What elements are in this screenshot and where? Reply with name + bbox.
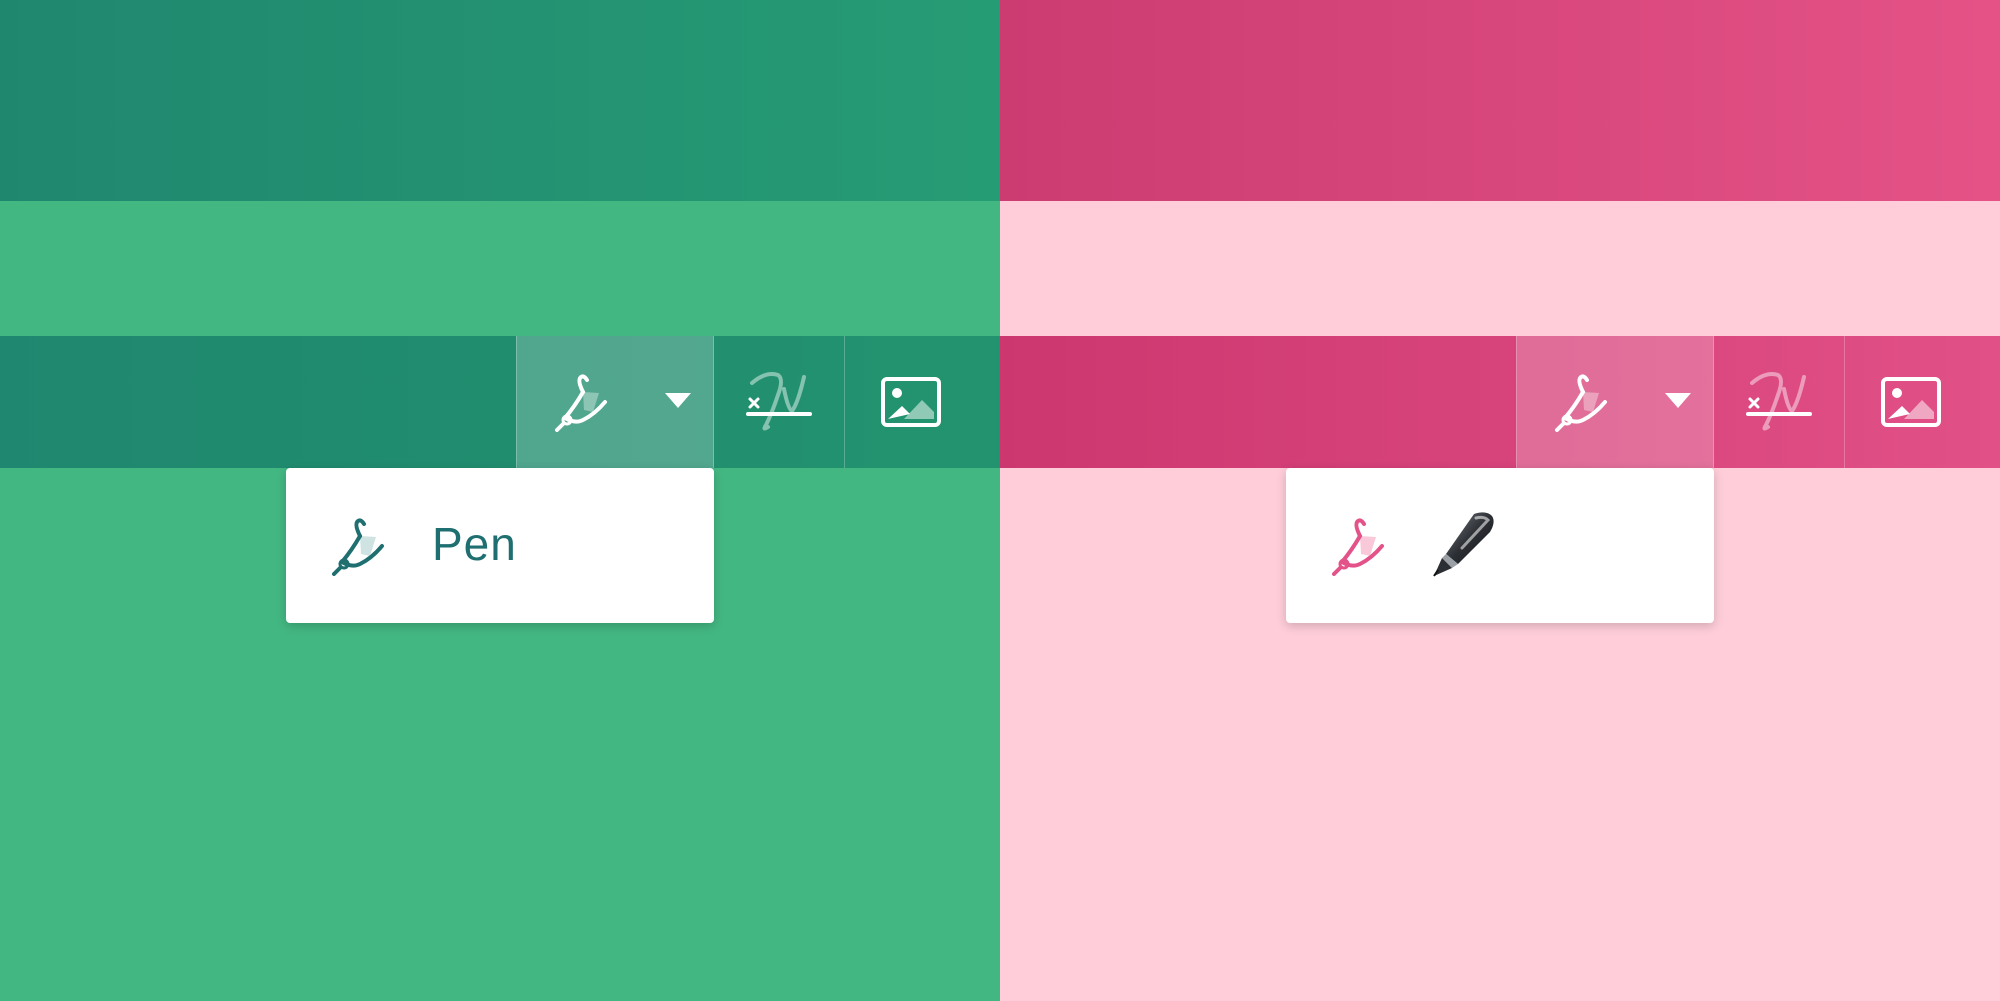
toolbar <box>0 336 1000 468</box>
app-header <box>1000 0 2000 201</box>
signature-icon <box>746 372 812 431</box>
draw-tool-menu: Pen <box>286 468 714 623</box>
pen-tool-icon <box>555 374 607 432</box>
image-tool-button[interactable] <box>1845 336 1976 468</box>
image-tool-button[interactable] <box>845 336 976 468</box>
fountain-pen-icon <box>1433 512 1494 577</box>
menu-item-pen[interactable] <box>1286 468 1714 623</box>
chevron-down-icon <box>1665 393 1691 408</box>
pen-tool-icon <box>332 518 384 576</box>
pink-theme-panel <box>1000 0 2000 1001</box>
app-header <box>0 0 1000 201</box>
draw-tool-dropdown-button[interactable] <box>516 336 714 468</box>
toolbar <box>1000 336 2000 468</box>
signature-tool-button[interactable] <box>1714 336 1845 468</box>
green-theme-panel: Pen <box>0 0 1000 1001</box>
image-icon <box>880 377 941 427</box>
image-icon <box>1880 377 1941 427</box>
signature-tool-button[interactable] <box>714 336 845 468</box>
pen-tool-icon <box>1555 374 1607 432</box>
menu-item-label: Pen <box>432 518 517 570</box>
draw-tool-menu <box>1286 468 1714 623</box>
pen-tool-icon <box>1332 518 1384 576</box>
signature-icon <box>1746 372 1812 431</box>
chevron-down-icon <box>665 393 691 408</box>
menu-item-pen[interactable]: Pen <box>286 468 714 623</box>
draw-tool-dropdown-button[interactable] <box>1516 336 1714 468</box>
